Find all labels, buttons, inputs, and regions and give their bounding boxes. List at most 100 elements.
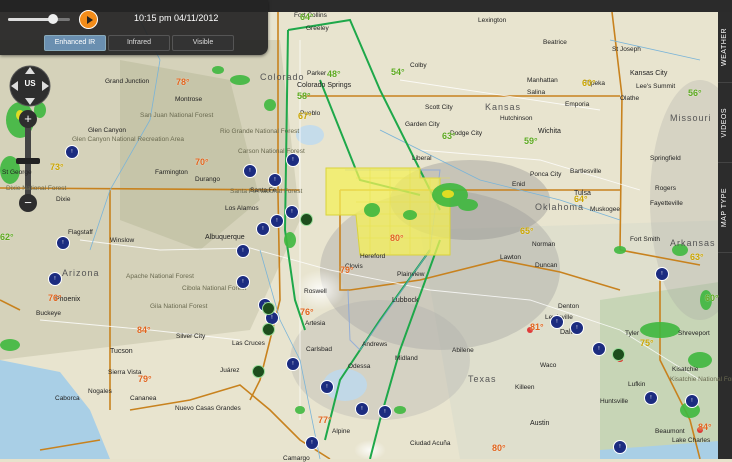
timeline-slider[interactable] [8, 18, 70, 21]
alert-marker[interactable]: ! [655, 267, 669, 281]
city-label: Ponca City [530, 171, 562, 178]
temperature-reading: 62° [0, 232, 14, 242]
alert-marker[interactable]: ! [355, 402, 369, 416]
city-label: St Joseph [612, 46, 641, 53]
city-label: Nogales [88, 388, 112, 395]
city-label: Greeley [306, 25, 329, 32]
alert-marker[interactable]: ! [320, 380, 334, 394]
temperature-reading: 84° [698, 422, 712, 432]
camera-icon[interactable] [252, 365, 265, 378]
alert-marker[interactable]: ! [236, 244, 250, 258]
city-label: Juárez [220, 367, 240, 374]
temperature-reading: 76° [300, 307, 314, 317]
forest-label: Apache National Forest [126, 273, 194, 280]
alert-marker[interactable]: ! [65, 145, 79, 159]
city-label: Scott City [425, 104, 453, 111]
alert-marker[interactable]: ! [305, 436, 319, 450]
state-label: Kansas [485, 102, 522, 112]
city-label: Flagstaff [68, 229, 93, 236]
city-label: Lufkin [628, 381, 646, 388]
alert-marker[interactable]: ! [270, 214, 284, 228]
timeline-row: 10:15 pm 04/11/2012 [0, 8, 268, 30]
city-label: Lexington [478, 17, 507, 24]
city-label: Las Cruces [232, 340, 265, 347]
city-label: Rogers [655, 185, 676, 192]
alert-marker[interactable]: ! [256, 222, 270, 236]
forest-label: Rio Grande National Forest [220, 128, 300, 135]
city-label: Tucson [110, 348, 133, 355]
temperature-reading: 67° [298, 111, 312, 121]
temperature-reading: 70° [195, 157, 209, 167]
city-label: Hereford [360, 253, 386, 260]
city-label: Emporia [565, 101, 590, 108]
zoom-handle[interactable] [16, 157, 40, 164]
temperature-reading: 80° [492, 443, 506, 453]
alert-marker[interactable]: ! [236, 275, 250, 289]
camera-icon[interactable] [262, 323, 275, 336]
tab-videos[interactable]: VIDEOS [718, 102, 732, 163]
tab-map-type[interactable]: MAP TYPE [718, 182, 732, 253]
play-icon[interactable] [79, 10, 98, 29]
state-label: Arizona [62, 268, 100, 278]
camera-icon[interactable] [262, 302, 275, 315]
city-label: Austin [530, 420, 550, 427]
tab-weather[interactable]: WEATHER [718, 22, 732, 83]
city-label: Lake Charles [672, 437, 711, 444]
city-label: Colorado Springs [297, 82, 352, 89]
temperature-reading: 77° [318, 415, 332, 425]
alert-marker[interactable]: ! [550, 315, 564, 329]
alert-marker[interactable]: ! [243, 164, 257, 178]
city-label: Wichita [538, 128, 561, 135]
city-label: Kansas City [630, 70, 668, 77]
timeline-handle[interactable] [47, 14, 58, 24]
alert-marker[interactable]: ! [285, 205, 299, 219]
city-label: St George [2, 169, 32, 176]
forest-label: Santa Fe National Forest [230, 188, 303, 195]
region-label[interactable]: US [22, 79, 38, 88]
city-label: Albuquerque [205, 234, 245, 241]
city-label: Grand Junction [105, 78, 150, 85]
temperature-reading: 60° [582, 78, 596, 88]
camera-icon[interactable] [300, 213, 313, 226]
city-label: Glen Canyon [88, 127, 126, 134]
alert-marker[interactable]: ! [286, 357, 300, 371]
alert-marker[interactable]: ! [592, 342, 606, 356]
city-label: Montrose [175, 96, 203, 103]
city-label: Andrews [362, 341, 388, 348]
alert-marker[interactable]: ! [570, 321, 584, 335]
city-label: Carlsbad [306, 346, 333, 353]
temperature-reading: 75° [640, 338, 654, 348]
city-label: Lee's Summit [636, 83, 676, 90]
city-label: Lubbock [392, 297, 419, 304]
alert-marker[interactable]: ! [268, 173, 282, 187]
city-label: Liberal [412, 155, 432, 162]
alert-marker[interactable]: ! [56, 236, 70, 250]
state-label: Colorado [260, 72, 305, 82]
temperature-reading: 76° [48, 293, 62, 303]
zoom-out-button[interactable]: − [19, 194, 37, 212]
alert-marker[interactable]: ! [644, 391, 658, 405]
zoom-in-button[interactable]: + [19, 110, 37, 128]
city-label: Garden City [405, 121, 440, 128]
tab-enhanced-ir[interactable]: Enhanced IR [44, 35, 106, 51]
city-label: Roswell [304, 288, 327, 295]
city-label: Tyler [625, 330, 640, 337]
alert-marker[interactable]: ! [378, 405, 392, 419]
tab-infrared[interactable]: Infrared [108, 35, 170, 51]
alert-marker[interactable]: ! [286, 153, 300, 167]
alert-marker[interactable]: ! [685, 394, 699, 408]
city-label: Bartlesville [570, 168, 602, 175]
tab-visible[interactable]: Visible [172, 35, 234, 51]
temperature-reading: 54° [391, 67, 405, 77]
city-label: Salina [527, 89, 546, 96]
city-label: Parker [307, 70, 327, 77]
city-label: Fayetteville [650, 200, 683, 207]
city-label: Hutchinson [500, 115, 533, 122]
city-label: Olathe [620, 95, 640, 102]
city-label: Denton [558, 303, 579, 310]
alert-marker[interactable]: ! [48, 272, 62, 286]
state-label: Missouri [670, 113, 712, 123]
temperature-reading: 48° [327, 69, 341, 79]
camera-icon[interactable] [612, 348, 625, 361]
alert-marker[interactable]: ! [613, 440, 627, 454]
